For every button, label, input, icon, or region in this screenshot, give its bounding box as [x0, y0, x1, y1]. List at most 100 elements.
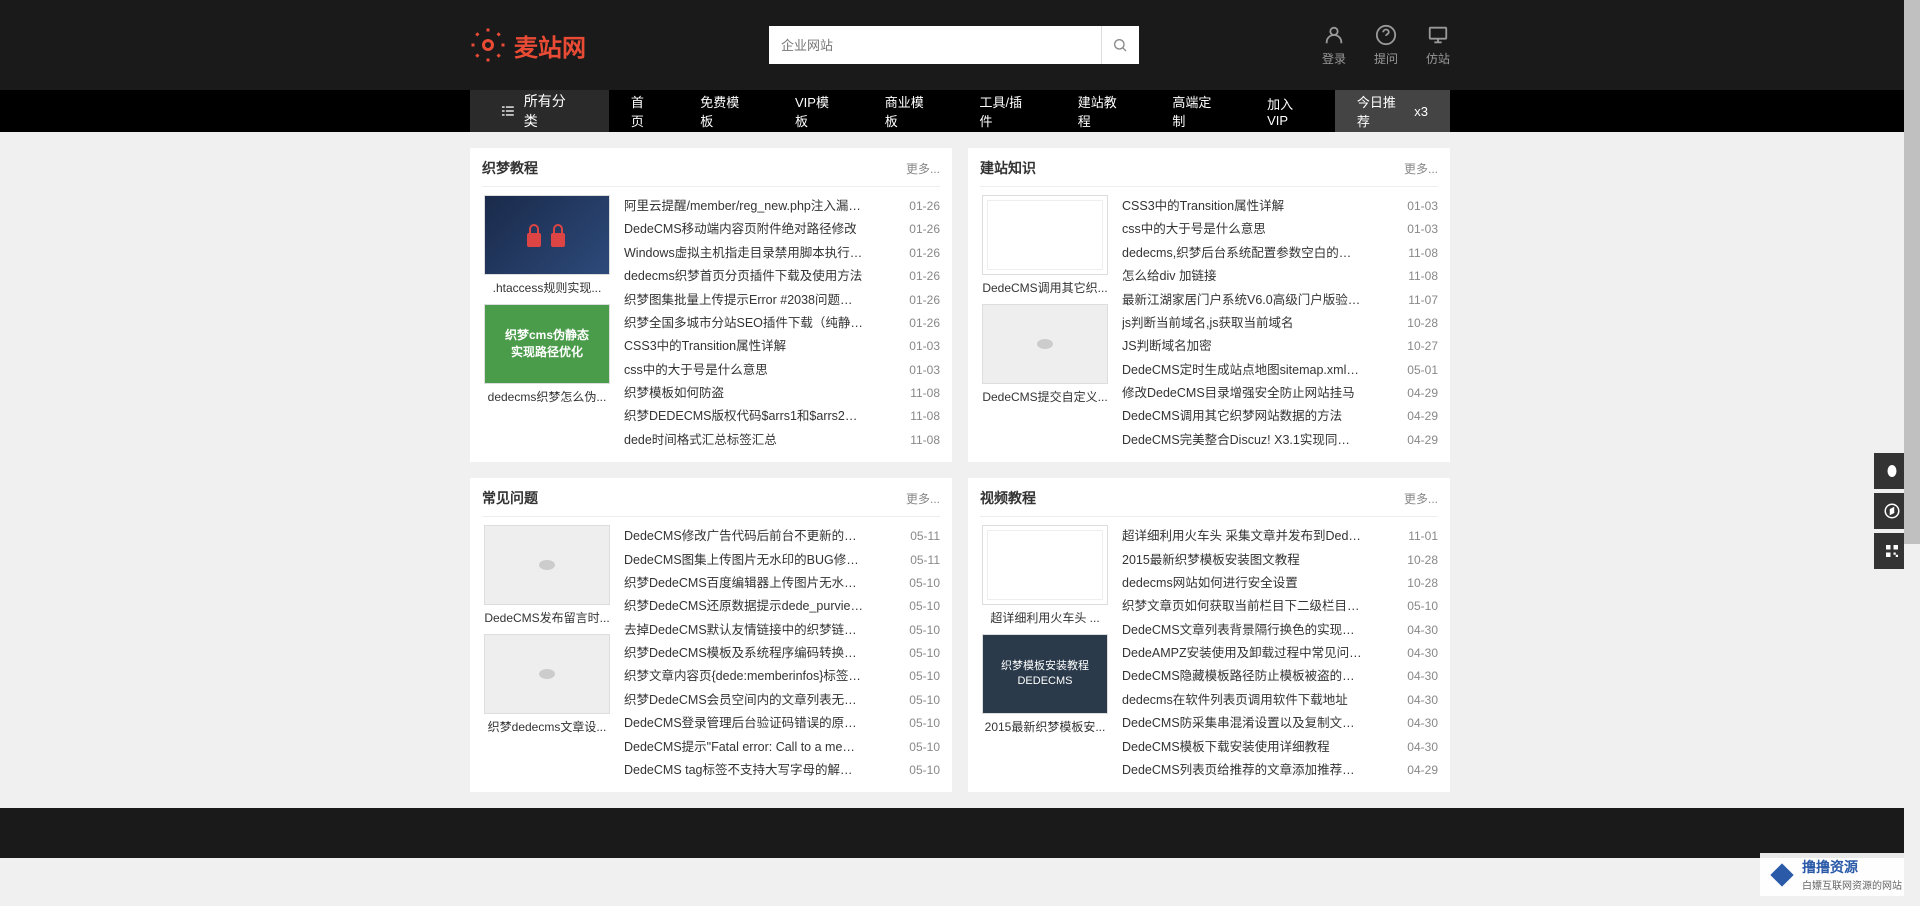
list-row: 织梦文章内容页{dede:memberinfos}标签不调用...05-10 [624, 665, 940, 688]
list-title[interactable]: Windows虚拟主机指走目录禁用脚本执行权限方... [624, 244, 864, 263]
list-title[interactable]: 织梦文章页如何获取当前栏目下二级栏目和三级... [1122, 597, 1362, 616]
list-title[interactable]: DedeCMS调用其它织梦网站数据的方法 [1122, 407, 1342, 426]
thumb-caption: 2015最新织梦模板安... [982, 718, 1108, 735]
panel: 视频教程更多...超详细利用火车头 ...织梦模板安装教程 DEDECMS201… [968, 478, 1450, 792]
list-row: 织梦DedeCMS百度编辑器上传图片无水印的解决...05-10 [624, 572, 940, 595]
list-row: dedecms织梦首页分页插件下载及使用方法01-26 [624, 265, 940, 288]
list-date: 10-28 [1407, 574, 1438, 593]
list-title[interactable]: CSS3中的Transition属性详解 [624, 337, 786, 356]
thumb-item[interactable]: 织梦模板安装教程 DEDECMS2015最新织梦模板安... [980, 634, 1110, 735]
list-title[interactable]: 织梦文章内容页{dede:memberinfos}标签不调用... [624, 667, 864, 686]
list-title[interactable]: 织梦DedeCMS模板及系统程序编码转换的方法 [624, 644, 864, 663]
logo[interactable]: 麦站网 [470, 27, 586, 63]
nav-item[interactable]: VIP模板 [773, 90, 863, 132]
list-title[interactable]: css中的大于号是什么意思 [1122, 220, 1266, 239]
thumb-item[interactable]: DedeCMS发布留言时... [482, 525, 612, 626]
thumb-item[interactable]: 超详细利用火车头 ... [980, 525, 1110, 626]
gear-icon [470, 27, 506, 63]
nav-item[interactable]: 商业模板 [863, 90, 958, 132]
list-date: 05-10 [909, 761, 940, 780]
list-title[interactable]: DedeCMS文章列表背景隔行换色的实现方法 [1122, 621, 1362, 640]
list-title[interactable]: 2015最新织梦模板安装图文教程 [1122, 551, 1300, 570]
list-title[interactable]: dede时间格式汇总标签汇总 [624, 431, 777, 450]
thumb-item[interactable]: DedeCMS调用其它织... [980, 195, 1110, 296]
list-title[interactable]: 织梦DedeCMS百度编辑器上传图片无水印的解决... [624, 574, 864, 593]
list-title[interactable]: 超详细利用火车头 采集文章并发布到DedeCMS [1122, 527, 1362, 546]
list-date: 01-26 [909, 220, 940, 239]
list-date: 04-29 [1407, 407, 1438, 426]
list-row: DedeCMS登录管理后台验证码错误的原因以及解...05-10 [624, 712, 940, 735]
list-title[interactable]: 阿里云提醒/member/reg_new.php注入漏洞解决... [624, 197, 864, 216]
monitor-icon [1427, 24, 1449, 46]
list-title[interactable]: DedeCMS列表页给推荐的文章添加推荐特荐图标 [1122, 761, 1362, 780]
list-title[interactable]: css中的大于号是什么意思 [624, 361, 768, 380]
list-title[interactable]: dedecms织梦首页分页插件下载及使用方法 [624, 267, 862, 286]
list-row: JS判断域名加密10-27 [1122, 335, 1438, 358]
list-row: CSS3中的Transition属性详解01-03 [1122, 195, 1438, 218]
more-link[interactable]: 更多... [1404, 160, 1438, 177]
list-row: 织梦DedeCMS模板及系统程序编码转换的方法05-10 [624, 642, 940, 665]
list-title[interactable]: 织梦图集批量上传提示Error #2038问题解决方... [624, 291, 864, 310]
list-row: 织梦DedeCMS还原数据提示dede_purview错误的...05-10 [624, 595, 940, 618]
nav-item[interactable]: 首页 [609, 90, 678, 132]
question-button[interactable]: 提问 [1374, 24, 1398, 67]
list-title[interactable]: 去掉DedeCMS默认友情链接中的织梦链的两个方... [624, 621, 864, 640]
list-title[interactable]: 织梦DedeCMS会员空间内的文章列表无法分页的... [624, 691, 864, 710]
nav-today[interactable]: 今日推荐 x3 [1335, 90, 1450, 132]
scrollbar[interactable] [1904, 0, 1920, 906]
nav-category[interactable]: 所有分类 [470, 90, 609, 132]
nav-item[interactable]: 建站教程 [1056, 90, 1151, 132]
diamond-icon [1768, 861, 1796, 889]
list-title[interactable]: DedeCMS移动端内容页附件绝对路径修改 [624, 220, 857, 239]
list-title[interactable]: DedeCMS隐藏模板路径防止模板被盗的几个方法 [1122, 667, 1362, 686]
list-title[interactable]: JS判断域名加密 [1122, 337, 1212, 356]
search-input[interactable] [769, 26, 1101, 64]
nav-item[interactable]: 工具/插件 [957, 90, 1055, 132]
watermark: 撸撸资源 白嫖互联网资源的网站 [1760, 853, 1910, 896]
top-header: 麦站网 登录 提问 仿站 [0, 0, 1920, 90]
list-title[interactable]: dedecms,织梦后台系统配置参数空白的解决方 [1122, 244, 1362, 263]
more-link[interactable]: 更多... [906, 490, 940, 507]
login-button[interactable]: 登录 [1322, 24, 1346, 67]
more-link[interactable]: 更多... [906, 160, 940, 177]
list-title[interactable]: dedecms在软件列表页调用软件下载地址 [1122, 691, 1348, 710]
list-row: 织梦图集批量上传提示Error #2038问题解决方... 01-26 [624, 289, 940, 312]
thumb-item[interactable]: DedeCMS提交自定义... [980, 304, 1110, 405]
list-title[interactable]: 织梦全国多城市分站SEO插件下载（纯静态） [624, 314, 864, 333]
list-title[interactable]: DedeCMS定时生成站点地图sitemap.xml的教程 [1122, 361, 1362, 380]
list-date: 01-03 [909, 361, 940, 380]
thumb-item[interactable]: 织梦cms伪静态 实现路径优化dedecms织梦怎么伪... [482, 304, 612, 405]
list-title[interactable]: DedeCMS修改广告代码后前台不更新的解决方法 [624, 527, 864, 546]
list-title[interactable]: DedeCMS登录管理后台验证码错误的原因以及解... [624, 714, 864, 733]
list-title[interactable]: 最新江湖家居门户系统V6.0高级门户版验证码错... [1122, 291, 1362, 310]
more-link[interactable]: 更多... [1404, 490, 1438, 507]
list-title[interactable]: dedecms网站如何进行安全设置 [1122, 574, 1298, 593]
search-button[interactable] [1101, 26, 1139, 64]
list-title[interactable]: 怎么给div 加链接 [1122, 267, 1216, 286]
list-title[interactable]: DedeCMS图集上传图片无水印的BUG修正方法 [624, 551, 864, 570]
list-title[interactable]: DedeCMS tag标签不支持大写字母的解决办法 [624, 761, 864, 780]
list-title[interactable]: 织梦DEDECMS版权代码$arrs1和$arrs2的含义 [624, 407, 864, 426]
nav-item[interactable]: 加入VIP [1245, 90, 1335, 132]
list-date: 05-10 [909, 621, 940, 640]
list-title[interactable]: DedeCMS提示"Fatal error: Call to a member.… [624, 738, 864, 757]
list-title[interactable]: 织梦DedeCMS还原数据提示dede_purview错误的... [624, 597, 864, 616]
list-row: DedeCMS图集上传图片无水印的BUG修正方法05-11 [624, 549, 940, 572]
list-title[interactable]: CSS3中的Transition属性详解 [1122, 197, 1284, 216]
panel: 织梦教程更多....htaccess规则实现...织梦cms伪静态 实现路径优化… [470, 148, 952, 462]
clone-button[interactable]: 仿站 [1426, 24, 1450, 67]
list-title[interactable]: DedeCMS模板下载安装使用详细教程 [1122, 738, 1330, 757]
list-title[interactable]: DedeCMS完美整合Discuz! X3.1实现同步登录 [1122, 431, 1362, 450]
nav-item[interactable]: 免费模板 [678, 90, 773, 132]
list-date: 01-26 [909, 291, 940, 310]
nav-item[interactable]: 高端定制 [1150, 90, 1245, 132]
panel-title: 常见问题 [482, 488, 538, 508]
list-date: 11-08 [910, 407, 940, 426]
thumb-item[interactable]: 织梦dedecms文章设... [482, 634, 612, 735]
list-title[interactable]: 修改DedeCMS目录增强安全防止网站挂马 [1122, 384, 1355, 403]
list-title[interactable]: 织梦模板如何防盗 [624, 384, 724, 403]
thumb-item[interactable]: .htaccess规则实现... [482, 195, 612, 296]
list-title[interactable]: DedeAMPZ安装使用及卸载过程中常见问题的解决... [1122, 644, 1362, 663]
list-title[interactable]: DedeCMS防采集串混淆设置以及复制文章内容自... [1122, 714, 1362, 733]
list-title[interactable]: js判断当前域名,js获取当前域名 [1122, 314, 1294, 333]
